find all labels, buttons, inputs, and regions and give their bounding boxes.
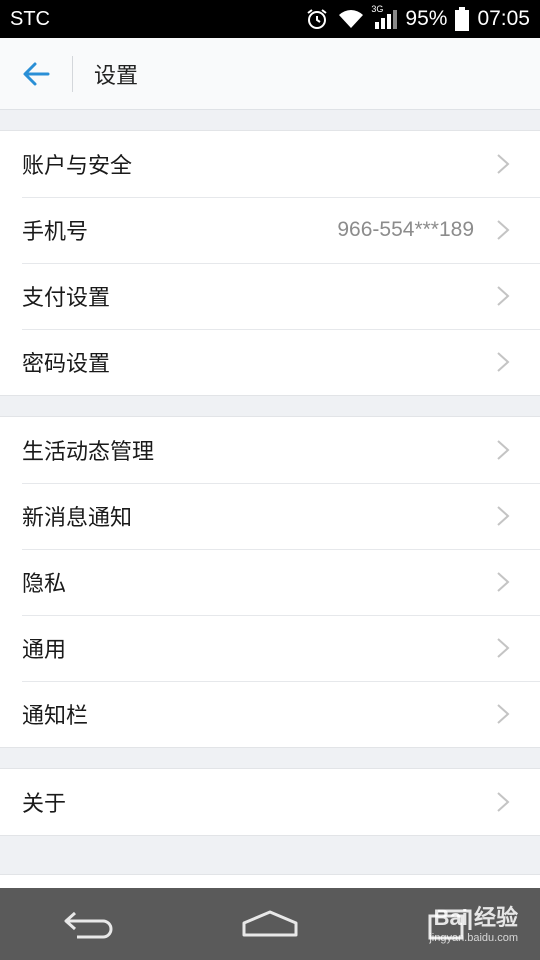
chevron-right-icon xyxy=(496,329,540,395)
signal-icon: 3G xyxy=(371,4,398,30)
status-bar: STC 3G 95% 07:05 xyxy=(0,0,540,38)
settings-item-general[interactable]: 通用 xyxy=(0,615,540,681)
clock: 07:05 xyxy=(477,7,530,30)
settings-item-privacy[interactable]: 隐私 xyxy=(0,549,540,615)
settings-group-general: 生活动态管理 新消息通知 隐私 通用 通知栏 xyxy=(0,416,540,748)
settings-item-payment[interactable]: 支付设置 xyxy=(0,263,540,329)
back-button[interactable] xyxy=(0,38,72,110)
status-icons: 3G 95% 07:05 xyxy=(305,4,530,31)
watermark-brand: Bai 经验 xyxy=(433,905,518,930)
item-label: 生活动态管理 xyxy=(22,440,155,465)
chevron-right-icon xyxy=(496,615,540,681)
chevron-right-icon xyxy=(496,681,540,747)
item-label: 通知栏 xyxy=(22,704,89,729)
chevron-right-icon xyxy=(496,197,540,263)
chevron-right-icon xyxy=(496,769,540,835)
page-title: 设置 xyxy=(94,63,139,89)
chevron-right-icon xyxy=(496,131,540,197)
settings-item-about[interactable]: 关于 xyxy=(0,769,540,835)
settings-item-account-security[interactable]: 账户与安全 xyxy=(0,131,540,197)
item-label: 支付设置 xyxy=(22,286,111,311)
settings-item-password[interactable]: 密码设置 xyxy=(0,329,540,395)
header-divider xyxy=(72,55,73,92)
settings-item-phone[interactable]: 手机号 966-554***189 xyxy=(0,197,540,263)
item-label: 隐私 xyxy=(22,572,67,597)
item-label: 通用 xyxy=(22,638,67,663)
nav-back-button[interactable] xyxy=(35,888,145,960)
carrier-label: STC xyxy=(10,7,50,30)
settings-item-notification-bar[interactable]: 通知栏 xyxy=(0,681,540,747)
watermark-url: jingyan.baidu.com xyxy=(429,932,518,944)
item-label: 手机号 xyxy=(22,220,89,245)
settings-item-moments-management[interactable]: 生活动态管理 xyxy=(0,417,540,483)
settings-group-about: 关于 xyxy=(0,768,540,836)
item-label: 账户与安全 xyxy=(22,154,133,179)
chevron-right-icon xyxy=(496,417,540,483)
chevron-right-icon xyxy=(496,483,540,549)
network-type-label: 3G xyxy=(371,4,384,14)
item-label: 新消息通知 xyxy=(22,506,133,531)
back-arrow-icon xyxy=(23,62,50,85)
item-label: 关于 xyxy=(22,792,67,817)
chevron-right-icon xyxy=(496,549,540,615)
back-nav-icon xyxy=(64,911,113,939)
battery-percent: 95% xyxy=(405,7,448,30)
watermark: Bai 经验 jingyan.baidu.com xyxy=(429,900,518,944)
settings-group-account: 账户与安全 手机号 966-554***189 支付设置 密码设置 xyxy=(0,130,540,396)
app-header: 设置 xyxy=(0,38,540,110)
settings-item-notifications[interactable]: 新消息通知 xyxy=(0,483,540,549)
chevron-right-icon xyxy=(496,263,540,329)
item-label: 密码设置 xyxy=(22,352,111,377)
phone-number-value: 966-554***189 xyxy=(337,218,474,241)
settings-list: 账户与安全 手机号 966-554***189 支付设置 密码设置 生活动态管理… xyxy=(0,110,540,836)
battery-icon xyxy=(455,7,470,31)
home-nav-icon xyxy=(242,910,298,937)
alarm-icon xyxy=(305,7,329,31)
wifi-icon xyxy=(337,8,365,30)
nav-home-button[interactable] xyxy=(215,888,325,960)
